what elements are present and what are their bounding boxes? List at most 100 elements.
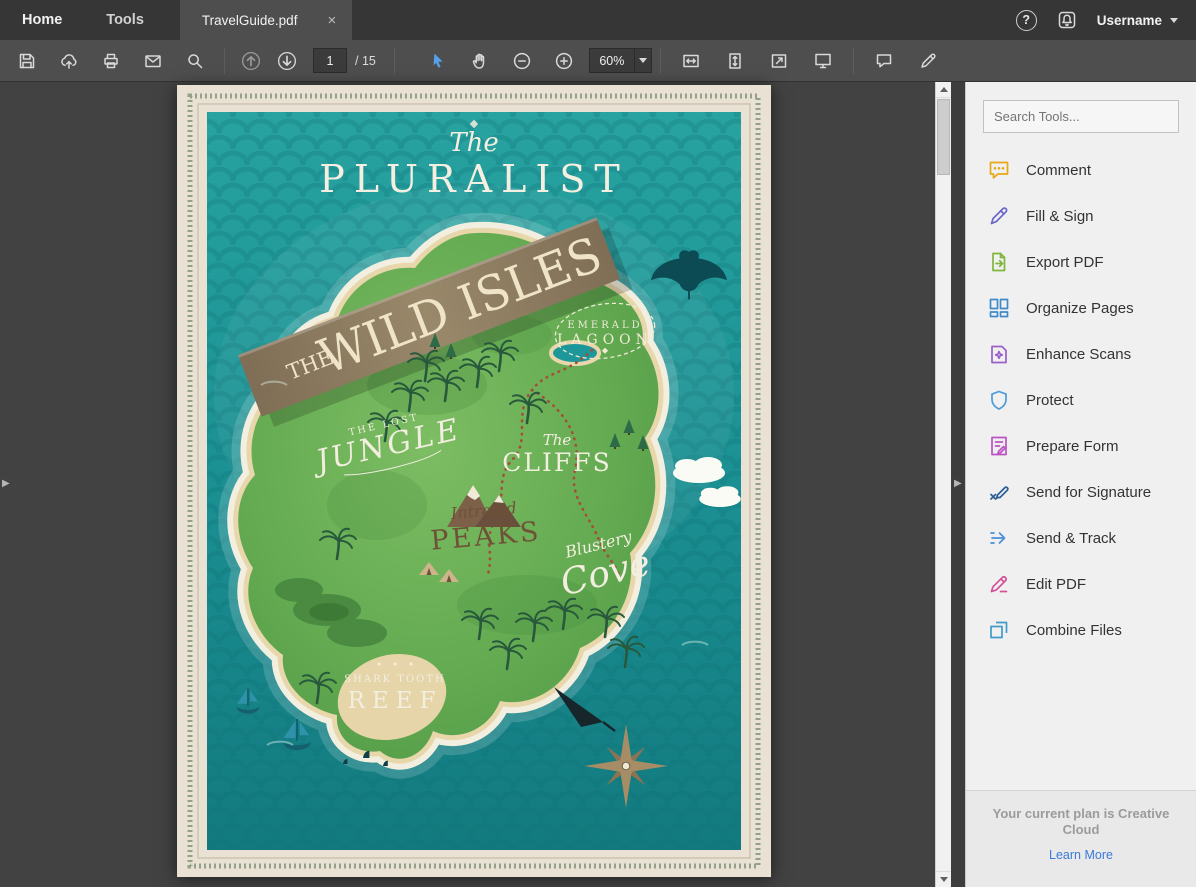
- page-total-label: / 15: [355, 54, 376, 68]
- username-menu[interactable]: Username: [1097, 13, 1178, 28]
- sidebar-item-edit-pdf[interactable]: Edit PDF: [966, 561, 1196, 607]
- svg-text:REEF: REEF: [348, 688, 443, 714]
- sidebar-item-protect[interactable]: Protect: [966, 377, 1196, 423]
- sidebar-item-send-track[interactable]: Send & Track: [966, 515, 1196, 561]
- pen-nib-icon: [987, 204, 1011, 228]
- comment-bubble-icon: [987, 158, 1011, 182]
- sidebar-item-enhance-scans[interactable]: Enhance Scans: [966, 331, 1196, 377]
- document-arrow-icon: [987, 250, 1011, 274]
- sidebar-item-label: Edit PDF: [1026, 576, 1086, 593]
- sidebar-item-label: Send & Track: [1026, 530, 1116, 547]
- svg-text:The: The: [543, 431, 572, 449]
- cursor-arrow-icon: [433, 53, 442, 67]
- share-file-button[interactable]: [48, 40, 90, 82]
- sidebar-item-label: Protect: [1026, 392, 1074, 409]
- zoom-in-button[interactable]: [543, 40, 585, 82]
- pencil-icon: [987, 572, 1011, 596]
- print-button[interactable]: [90, 40, 132, 82]
- save-button[interactable]: [6, 40, 48, 82]
- sidebar-item-export-pdf[interactable]: Export PDF: [966, 239, 1196, 285]
- titlebar: Home Tools TravelGuide.pdf × ? Username: [0, 0, 1196, 40]
- next-page-button[interactable]: [269, 40, 305, 82]
- acrobat-window: Home Tools TravelGuide.pdf × ? Username: [0, 0, 1196, 887]
- zoom-out-button[interactable]: [501, 40, 543, 82]
- previous-page-button[interactable]: [233, 40, 269, 82]
- zoom-level-value: 60%: [590, 54, 634, 68]
- zoom-level-dropdown[interactable]: 60%: [589, 48, 652, 73]
- help-icon[interactable]: ?: [1016, 10, 1037, 31]
- scrollbar-thumb[interactable]: [937, 99, 950, 175]
- fit-width-button[interactable]: [669, 40, 713, 82]
- scroll-up-button[interactable]: [936, 82, 951, 98]
- fullscreen-button[interactable]: [757, 40, 801, 82]
- chevron-down-icon: [1170, 18, 1178, 23]
- sidebar-item-label: Organize Pages: [1026, 300, 1134, 317]
- home-tab[interactable]: Home: [0, 0, 84, 40]
- sidebar-item-send-for-signature[interactable]: Send for Signature: [966, 469, 1196, 515]
- wild-isles-map-poster: The PLURALIST: [177, 85, 771, 877]
- tools-search-input[interactable]: [994, 109, 1168, 124]
- document-tab[interactable]: TravelGuide.pdf ×: [180, 0, 352, 40]
- sidebar-item-label: Prepare Form: [1026, 438, 1119, 455]
- fit-page-button[interactable]: [713, 40, 757, 82]
- sidebar-item-comment[interactable]: Comment: [966, 147, 1196, 193]
- svg-text:LAGOON: LAGOON: [557, 332, 653, 348]
- pdf-page[interactable]: The PLURALIST: [177, 85, 771, 877]
- document-tab-label: TravelGuide.pdf: [202, 13, 298, 28]
- vertical-scrollbar[interactable]: [935, 82, 951, 887]
- form-document-icon: [987, 434, 1011, 458]
- learn-more-link[interactable]: Learn More: [1049, 848, 1113, 862]
- sidebar-item-fill-sign[interactable]: Fill & Sign: [966, 193, 1196, 239]
- toolbar-separator: [394, 48, 395, 74]
- tools-search-box[interactable]: [983, 100, 1179, 133]
- read-mode-button[interactable]: [801, 40, 845, 82]
- sidebar-item-label: Enhance Scans: [1026, 346, 1131, 363]
- comment-tool-button[interactable]: [862, 40, 906, 82]
- toolbar: / 15 60%: [0, 40, 1196, 82]
- plan-text: Your current plan is Creative Cloud: [990, 806, 1172, 839]
- select-tool-button[interactable]: [417, 40, 459, 82]
- chevron-down-icon: [639, 58, 647, 63]
- search-button[interactable]: [174, 40, 216, 82]
- document-sparkle-icon: [987, 342, 1011, 366]
- email-button[interactable]: [132, 40, 174, 82]
- sidebar-item-prepare-form[interactable]: Prepare Form: [966, 423, 1196, 469]
- sidebar-item-label: Send for Signature: [1026, 484, 1151, 501]
- left-panel-expand-icon[interactable]: ▶: [2, 478, 10, 489]
- hand-tool-button[interactable]: [459, 40, 501, 82]
- plan-box: Your current plan is Creative Cloud Lear…: [966, 790, 1196, 887]
- send-arrow-icon: [987, 526, 1011, 550]
- tools-tab[interactable]: Tools: [84, 0, 166, 40]
- toolbar-separator: [224, 48, 225, 74]
- username-label: Username: [1097, 13, 1162, 28]
- document-canvas: ▶: [0, 82, 951, 887]
- svg-text:CLIFFS: CLIFFS: [502, 448, 611, 477]
- triangle-up-icon: [940, 87, 948, 92]
- titlebar-right: ? Username: [1016, 0, 1196, 40]
- sidebar-item-label: Combine Files: [1026, 622, 1122, 639]
- sidebar-item-label: Export PDF: [1026, 254, 1104, 271]
- sidebar-item-organize-pages[interactable]: Organize Pages: [966, 285, 1196, 331]
- svg-text:SHARK TOOTH: SHARK TOOTH: [344, 674, 445, 685]
- notifications-icon[interactable]: [1057, 10, 1077, 30]
- svg-text:PLURALIST: PLURALIST: [319, 157, 628, 201]
- triangle-down-icon: [940, 877, 948, 882]
- signature-pen-icon: [987, 480, 1011, 504]
- right-panel-collapse-icon[interactable]: ▶: [954, 478, 962, 489]
- stacked-files-icon: [987, 618, 1011, 642]
- panel-edge-strip: ▶: [951, 82, 965, 887]
- zoom-caret[interactable]: [634, 49, 651, 72]
- sidebar-item-combine-files[interactable]: Combine Files: [966, 607, 1196, 653]
- sidebar-item-label: Fill & Sign: [1026, 208, 1094, 225]
- toolbar-separator: [660, 48, 661, 74]
- scroll-down-button[interactable]: [936, 871, 951, 887]
- page-number-input[interactable]: [313, 48, 347, 73]
- tools-sidebar: Comment Fill & Sign Export PDF: [965, 82, 1196, 887]
- highlighter-tool-button[interactable]: [906, 40, 950, 82]
- svg-text:EMERALD: EMERALD: [567, 320, 642, 331]
- sidebar-item-label: Comment: [1026, 162, 1091, 179]
- pages-grid-icon: [987, 296, 1011, 320]
- close-tab-icon[interactable]: ×: [327, 13, 336, 28]
- svg-text:The: The: [449, 128, 498, 158]
- shield-icon: [987, 388, 1011, 412]
